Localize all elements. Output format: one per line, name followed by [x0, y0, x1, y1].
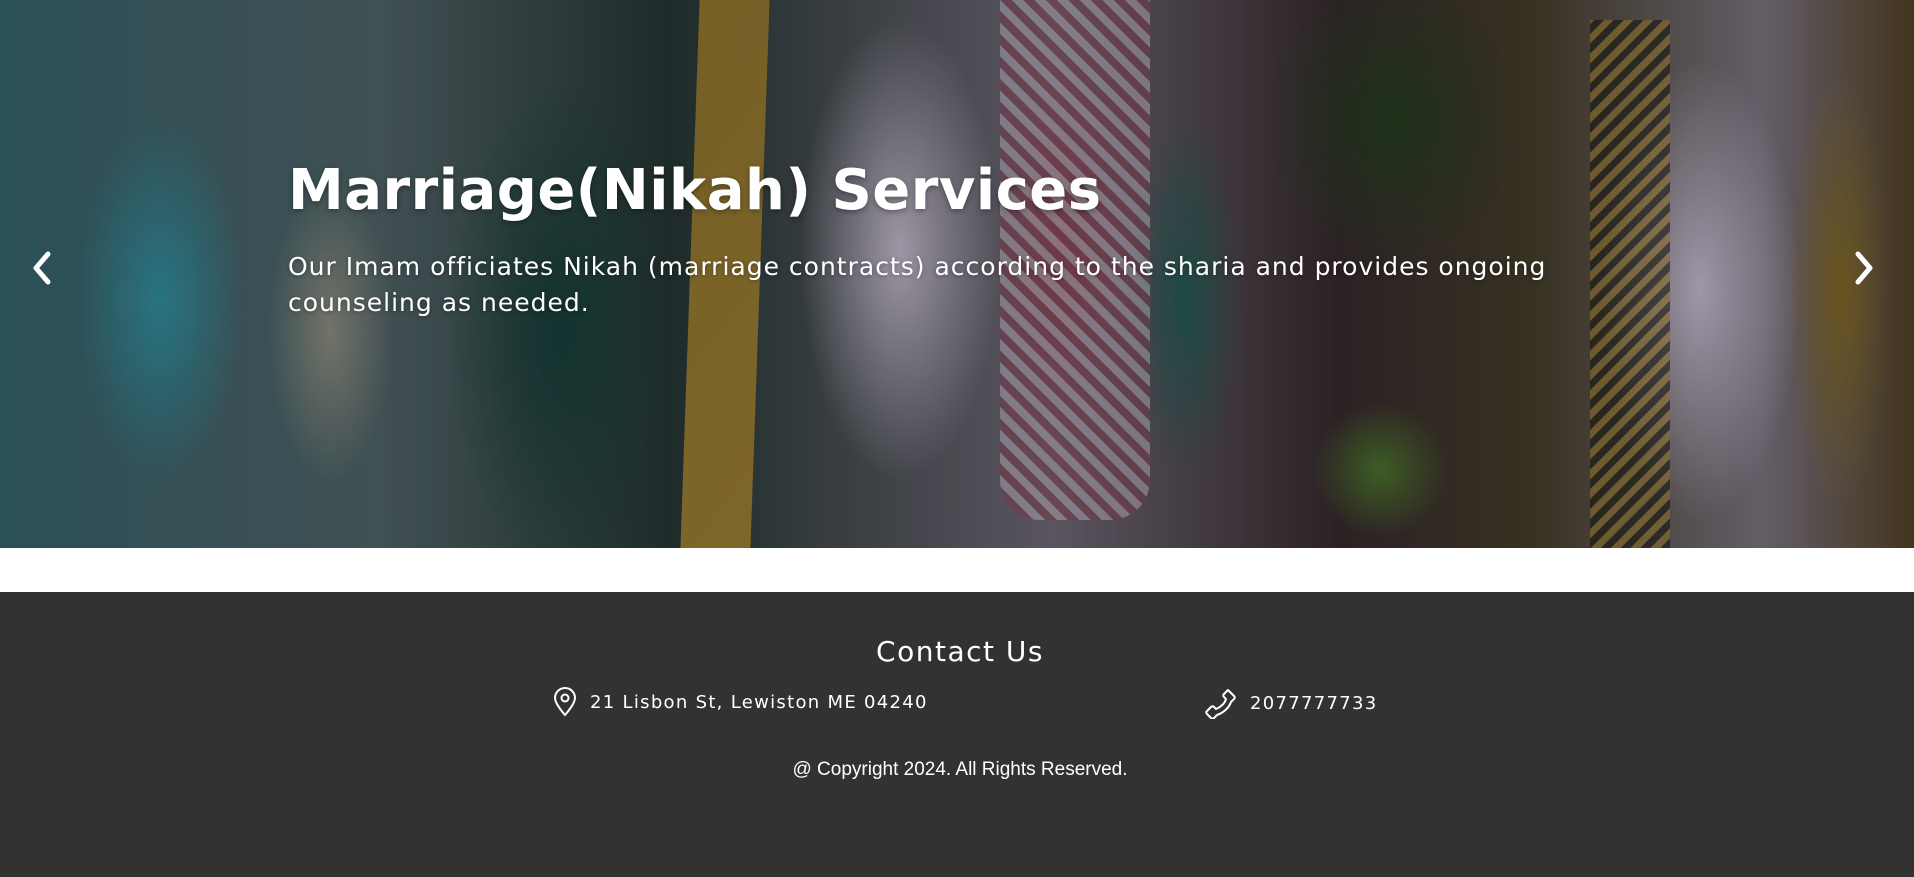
chevron-right-icon	[1855, 251, 1873, 285]
chevron-left-icon	[33, 251, 51, 285]
phone-text: 2077777733	[1250, 692, 1378, 714]
phone-icon	[1205, 689, 1236, 719]
copyright-text: @ Copyright 2024. All Rights Reserved.	[792, 759, 1128, 780]
contact-title: Contact Us	[876, 635, 1044, 668]
contact-phone[interactable]: 2077777733	[1204, 687, 1378, 719]
site-footer: Contact Us 21 Lisbon St, Lewiston ME 042…	[0, 592, 1914, 877]
hero-description: Our Imam officiates Nikah (marriage cont…	[288, 252, 1547, 317]
hero-carousel: Marriage(Nikah) Services Our Imam offici…	[0, 0, 1914, 548]
carousel-next-button[interactable]	[1844, 244, 1884, 292]
hero-title: Marriage(Nikah) Services	[288, 158, 1102, 223]
contact-address: 21 Lisbon St, Lewiston ME 04240	[552, 687, 928, 717]
location-pin-icon	[553, 687, 577, 717]
carousel-prev-button[interactable]	[22, 244, 62, 292]
address-text: 21 Lisbon St, Lewiston ME 04240	[590, 691, 928, 713]
